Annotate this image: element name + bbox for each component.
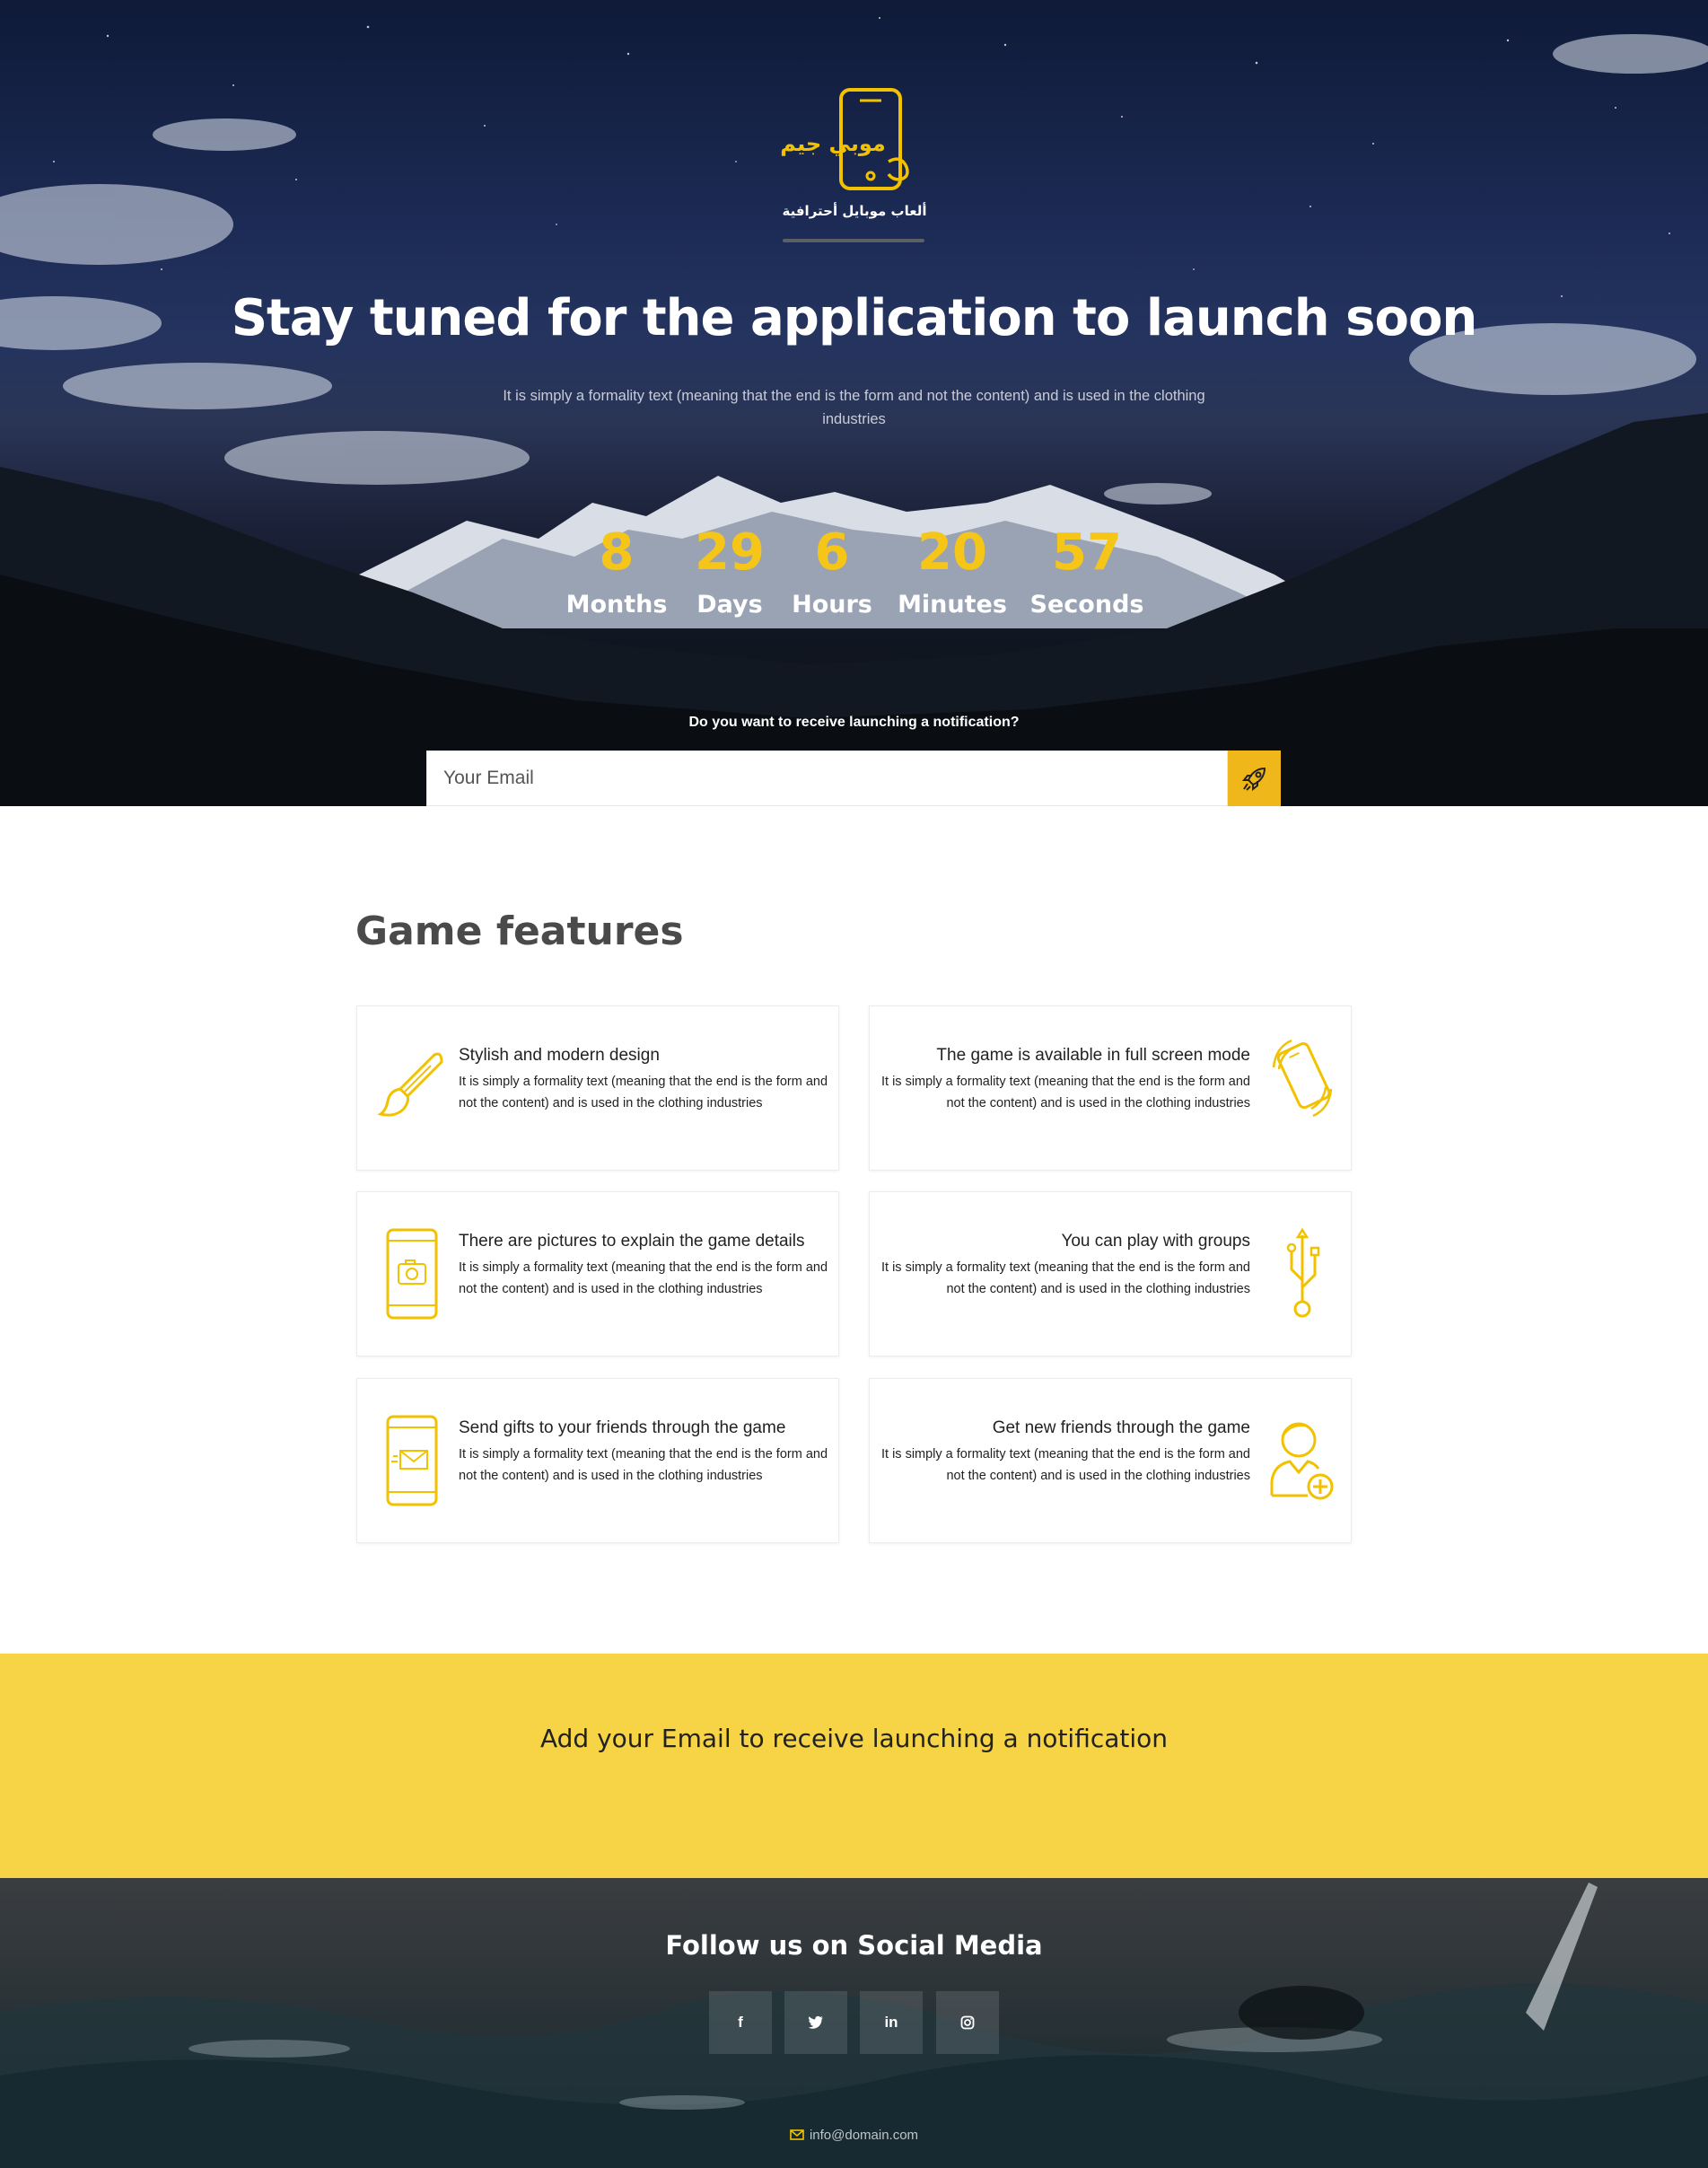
countdown-minutes: 20 Minutes bbox=[885, 519, 1020, 623]
social-links: f 🐦 in ◎ bbox=[709, 1991, 999, 2054]
hero-subtitle: It is simply a formality text (meaning t… bbox=[503, 388, 1205, 427]
hero-section: موبي جيم ألعاب موبايل أحترافية Stay tune… bbox=[0, 0, 1708, 806]
notification-cta-section: Add your Email to receive launching a no… bbox=[0, 1654, 1708, 1878]
feature-title: There are pictures to explain the game d… bbox=[459, 1232, 805, 1251]
countdown-label: Seconds bbox=[1029, 591, 1144, 619]
email-input[interactable] bbox=[426, 750, 1228, 806]
logo-arabic-name: موبي جيم bbox=[781, 131, 886, 156]
features-title: Game features bbox=[355, 908, 684, 954]
feature-card: Stylish and modern design It is simply a… bbox=[356, 1005, 839, 1171]
feature-text: It is simply a formality text (meaning t… bbox=[459, 1260, 828, 1296]
countdown-label: Minutes bbox=[898, 591, 1007, 619]
logo-divider bbox=[783, 239, 924, 242]
countdown-value: 20 bbox=[917, 523, 987, 582]
feature-title: Get new friends through the game bbox=[992, 1418, 1250, 1437]
notify-question: Do you want to receive launching a notif… bbox=[688, 715, 1020, 730]
paintbrush-icon bbox=[377, 1052, 443, 1117]
contact-email-text[interactable]: info@domain.com bbox=[810, 2128, 918, 2143]
feature-text: It is simply a formality text (meaning t… bbox=[459, 1447, 828, 1483]
instagram-link[interactable]: ◎ bbox=[936, 1991, 999, 2054]
feature-text: It is simply a formality text (meaning t… bbox=[880, 1447, 1250, 1483]
hero-title: Stay tuned for the application to launch… bbox=[231, 289, 1478, 347]
feature-card: There are pictures to explain the game d… bbox=[356, 1191, 839, 1356]
countdown-timer: 8 Months 29 Days 6 Hours 20 Minutes 57 S… bbox=[0, 519, 1708, 636]
feature-text: It is simply a formality text (meaning t… bbox=[459, 1075, 828, 1110]
follow-heading: Follow us on Social Media bbox=[665, 1930, 1043, 1961]
email-signup-form bbox=[426, 750, 1281, 806]
countdown-value: 57 bbox=[1052, 523, 1122, 582]
mobigame-logo: موبي جيم ألعاب موبايل أحترافية bbox=[781, 88, 927, 219]
submit-email-button[interactable] bbox=[1228, 750, 1281, 806]
feature-card: Send gifts to your friends through the g… bbox=[356, 1378, 839, 1543]
feature-text: It is simply a formality text (meaning t… bbox=[880, 1075, 1250, 1110]
twitter-icon bbox=[808, 2015, 823, 2029]
phone-rotate-icon bbox=[1272, 1039, 1333, 1118]
linkedin-link[interactable]: in bbox=[860, 1991, 923, 2054]
footer: Follow us on Social Media f 🐦 in ◎ info@… bbox=[0, 1878, 1708, 2168]
feature-card: The game is available in full screen mod… bbox=[869, 1005, 1352, 1171]
feature-title: Send gifts to your friends through the g… bbox=[459, 1418, 786, 1437]
logo-arabic-tagline: ألعاب موبايل أحترافية bbox=[783, 202, 927, 219]
phone-camera-icon bbox=[386, 1228, 438, 1320]
countdown-value: 6 bbox=[814, 523, 850, 582]
twitter-link[interactable]: 🐦 bbox=[784, 1991, 847, 2054]
linkedin-icon: in bbox=[884, 2014, 898, 2031]
feature-card: You can play with groups It is simply a … bbox=[869, 1191, 1352, 1356]
feature-card: Get new friends through the game It is s… bbox=[869, 1378, 1352, 1543]
usb-icon bbox=[1286, 1228, 1320, 1318]
rocket-icon bbox=[1241, 767, 1266, 792]
feature-title: The game is available in full screen mod… bbox=[936, 1046, 1250, 1065]
cta-heading: Add your Email to receive launching a no… bbox=[539, 1724, 1169, 1753]
facebook-icon: f bbox=[738, 2014, 743, 2031]
feature-title: You can play with groups bbox=[1061, 1232, 1250, 1251]
countdown-label: Hours bbox=[792, 591, 872, 619]
envelope-icon bbox=[790, 2129, 804, 2144]
add-user-icon bbox=[1270, 1422, 1334, 1500]
instagram-icon bbox=[960, 2015, 975, 2030]
contact-email[interactable]: info@domain.com bbox=[0, 2128, 1708, 2144]
feature-title: Stylish and modern design bbox=[459, 1046, 660, 1065]
countdown-hours: 6 Hours bbox=[765, 519, 899, 623]
phone-mail-icon bbox=[386, 1415, 438, 1506]
countdown-seconds: 57 Seconds bbox=[1020, 519, 1154, 623]
feature-text: It is simply a formality text (meaning t… bbox=[880, 1260, 1250, 1296]
facebook-link[interactable]: f bbox=[709, 1991, 772, 2054]
